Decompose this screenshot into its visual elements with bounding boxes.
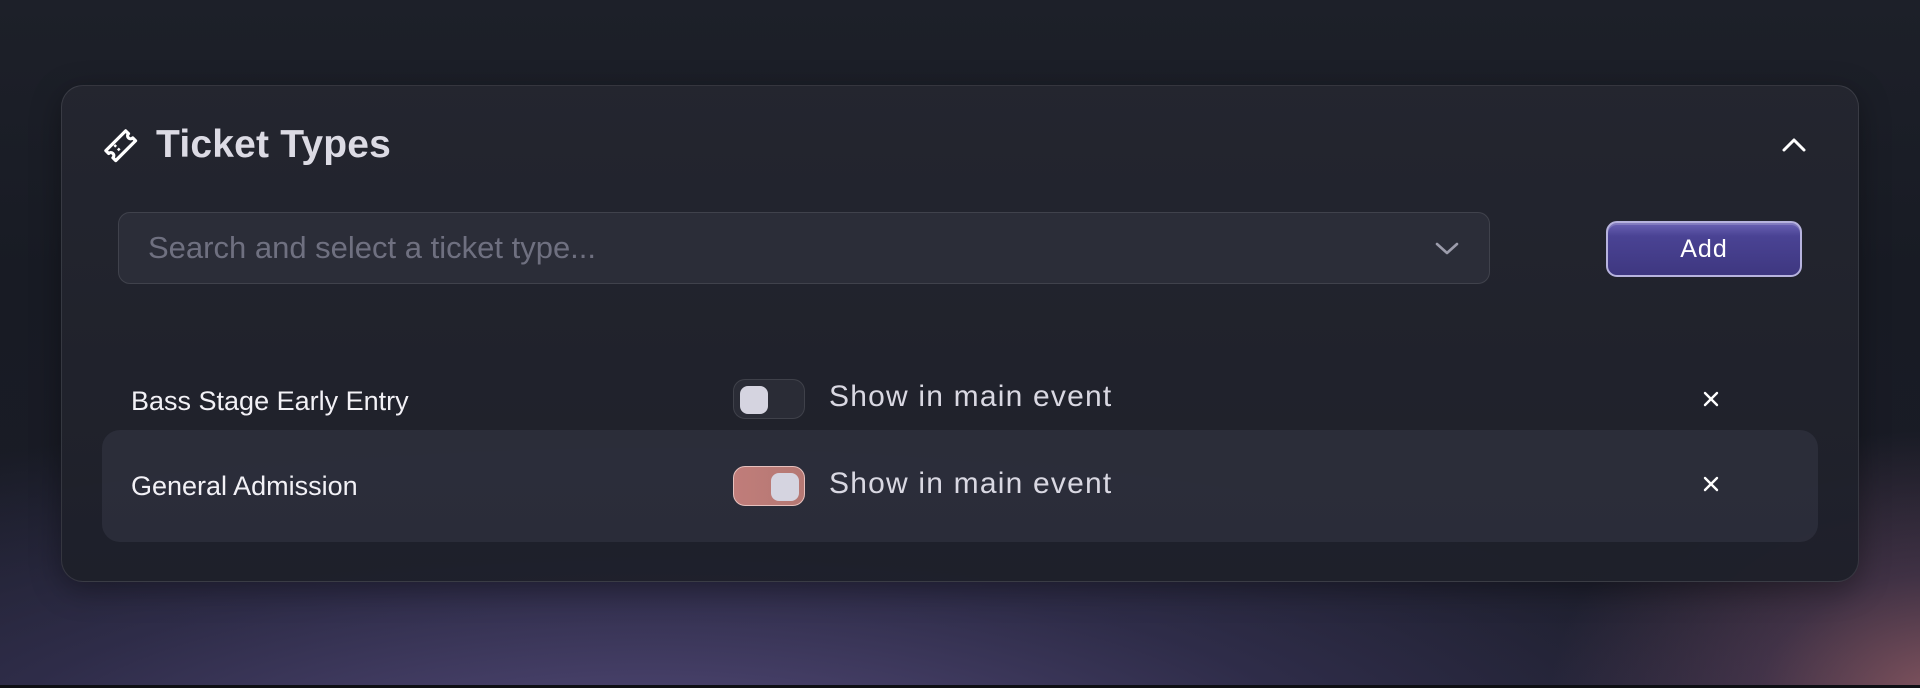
panel-title: Ticket Types	[156, 123, 392, 166]
search-input[interactable]	[148, 230, 1417, 266]
ticket-type-name: General Admission	[131, 470, 358, 501]
panel-header: Ticket Types	[102, 120, 391, 170]
close-icon	[1702, 390, 1720, 413]
chevron-down-icon[interactable]	[1417, 218, 1477, 278]
remove-button[interactable]	[1693, 383, 1729, 419]
ticket-type-row: General Admission Show in main event	[102, 430, 1818, 542]
remove-button[interactable]	[1693, 468, 1729, 504]
close-icon	[1702, 475, 1720, 498]
show-in-main-event-toggle[interactable]	[733, 379, 805, 419]
ticket-icon	[102, 127, 138, 163]
ticket-type-search[interactable]	[118, 212, 1490, 284]
ticket-types-panel: Ticket Types Add Bass Stage Early Entry …	[61, 85, 1859, 582]
show-in-main-event-toggle[interactable]	[733, 466, 805, 506]
toggle-knob	[771, 473, 799, 501]
chevron-up-icon	[1780, 135, 1808, 158]
add-button[interactable]: Add	[1606, 221, 1802, 277]
toggle-label: Show in main event	[829, 380, 1113, 413]
toggle-knob	[740, 386, 768, 414]
collapse-button[interactable]	[1774, 126, 1814, 166]
toggle-label: Show in main event	[829, 467, 1113, 500]
